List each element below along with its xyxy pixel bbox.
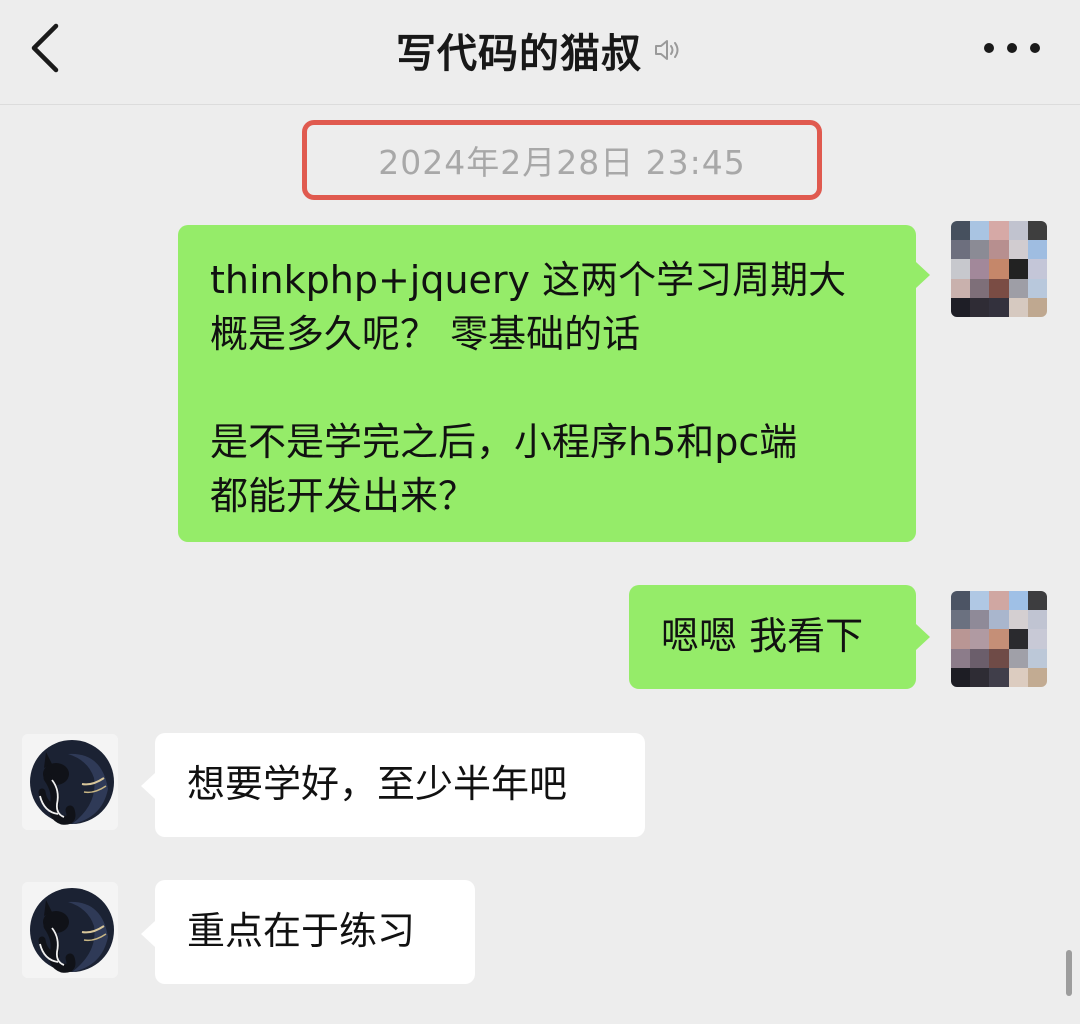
contact-avatar[interactable]: [22, 882, 118, 978]
more-options-button[interactable]: [984, 30, 1040, 66]
message-timestamp: 2024年2月28日 23:45: [378, 143, 746, 182]
pixelated-avatar-image: [951, 591, 1047, 687]
more-dots-icon: [1007, 43, 1017, 53]
chat-title: 写代码的猫叔: [396, 31, 642, 77]
my-avatar[interactable]: [951, 591, 1047, 687]
title-area: 写代码的猫叔: [0, 0, 1080, 100]
message-text: 重点在于练习: [187, 909, 416, 953]
chat-screen: 写代码的猫叔 2024年2月28日 23:45 thinkphp+jquery …: [0, 0, 1080, 1024]
message-text: thinkphp+jquery 这两个学习周期大 概是多久呢？ 零基础的话 是不…: [210, 258, 847, 518]
outgoing-message-bubble[interactable]: 嗯嗯 我看下: [629, 585, 916, 689]
more-dots-icon: [1030, 43, 1040, 53]
bubble-tail: [141, 921, 155, 947]
incoming-message-bubble[interactable]: 想要学好，至少半年吧: [155, 733, 645, 837]
bubble-tail: [141, 773, 155, 799]
black-cat-icon: [22, 882, 118, 978]
pixelated-avatar-image: [951, 221, 1047, 317]
chat-header: 写代码的猫叔: [0, 0, 1080, 105]
my-avatar[interactable]: [951, 221, 1047, 317]
outgoing-message-bubble[interactable]: thinkphp+jquery 这两个学习周期大 概是多久呢？ 零基础的话 是不…: [178, 225, 916, 542]
black-cat-icon: [22, 734, 118, 830]
speaker-muted-icon: [655, 40, 679, 60]
timestamp-highlight: 2024年2月28日 23:45: [302, 120, 822, 200]
message-text: 嗯嗯 我看下: [661, 614, 864, 658]
more-dots-icon: [984, 43, 994, 53]
contact-avatar[interactable]: [22, 734, 118, 830]
scrollbar[interactable]: [1066, 950, 1072, 996]
bubble-tail: [916, 262, 930, 288]
bubble-tail: [916, 624, 930, 650]
incoming-message-bubble[interactable]: 重点在于练习: [155, 880, 475, 984]
message-text: 想要学好，至少半年吧: [187, 762, 568, 806]
